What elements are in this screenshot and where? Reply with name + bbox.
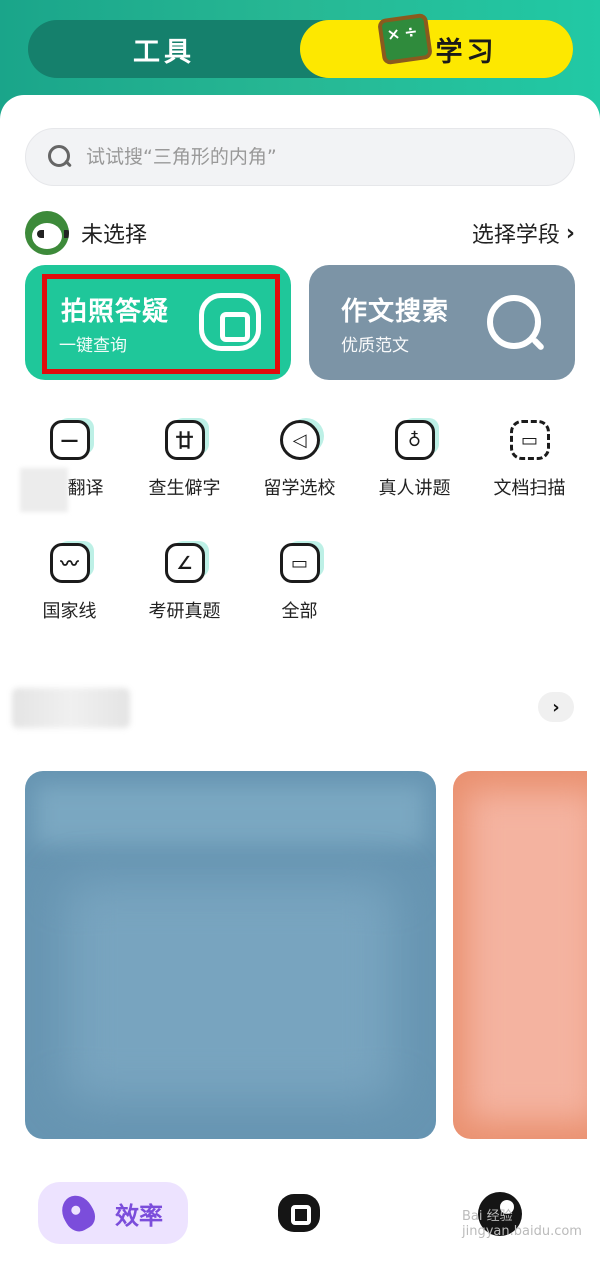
section-title-blurred <box>12 688 130 728</box>
tool-label: 留学选校 <box>263 478 336 499</box>
search-input[interactable] <box>86 146 526 168</box>
person-icon: ♁ <box>394 420 435 460</box>
tool-label: 查生僻字 <box>148 478 221 499</box>
chevron-right-icon: › <box>565 220 575 246</box>
essay-search-card[interactable]: 作文搜索 优质范文 <box>309 265 575 380</box>
blurred-region <box>20 468 68 512</box>
select-grade-label: 选择学段 <box>471 223 560 248</box>
magnifier-icon <box>487 295 541 349</box>
photo-answer-subtitle: 一键查询 <box>59 336 127 356</box>
section-more-button[interactable]: › <box>538 692 574 722</box>
rocket-icon <box>56 1189 100 1237</box>
tool-live-tutor[interactable]: ♁ 真人讲题 <box>357 420 472 543</box>
tool-label: 真人讲题 <box>378 478 451 499</box>
tool-study-abroad[interactable]: ◁ 留学选校 <box>242 420 357 543</box>
tool-all[interactable]: ▭ 全部 <box>242 543 357 666</box>
send-icon: ◁ <box>279 420 320 460</box>
grade-value: 未选择 <box>81 223 148 248</box>
trend-icon: 〰 <box>49 543 90 583</box>
nav-efficiency-label: 效率 <box>115 1201 163 1230</box>
camera-icon <box>199 293 261 351</box>
banner-card-next[interactable] <box>453 771 587 1139</box>
chat-bubble-icon: — <box>49 420 90 460</box>
tool-grid: — 翻译 廿 查生僻字 ◁ 留学选校 ♁ 真人讲题 ▭ 文档扫描 〰 国家线 ∠… <box>12 420 588 666</box>
tool-rare-chars[interactable]: 廿 查生僻字 <box>127 420 242 543</box>
character-icon: 廿 <box>164 420 205 460</box>
mode-switcher: 工具 ×÷ 学习 <box>28 12 573 78</box>
banner-card[interactable] <box>25 771 436 1139</box>
essay-search-title: 作文搜索 <box>341 297 450 327</box>
tool-label: 全部 <box>281 601 318 622</box>
chalkboard-icon: ×÷ <box>377 12 433 66</box>
watermark: Bai 经验 jingyan.baidu.com <box>462 1209 582 1239</box>
tool-label: 考研真题 <box>148 601 221 622</box>
tool-exam-papers[interactable]: ∠ 考研真题 <box>127 543 242 666</box>
tab-tools[interactable]: 工具 <box>28 20 300 78</box>
tab-study-label: 学习 <box>435 36 498 68</box>
grade-status: 未选择 <box>25 211 147 255</box>
photo-answer-title: 拍照答疑 <box>61 297 170 327</box>
tool-doc-scan[interactable]: ▭ 文档扫描 <box>472 420 587 543</box>
tool-label: 文档扫描 <box>493 478 566 499</box>
photo-answer-card[interactable]: 拍照答疑 一键查询 <box>25 265 291 380</box>
tool-label: 国家线 <box>42 601 97 622</box>
essay-search-subtitle: 优质范文 <box>341 336 409 356</box>
scan-icon: ▭ <box>509 420 550 460</box>
select-grade-button[interactable]: 选择学段 › <box>472 217 575 249</box>
tab-study[interactable]: ×÷ 学习 <box>300 12 573 78</box>
tool-national-line[interactable]: 〰 国家线 <box>12 543 127 666</box>
search-icon <box>48 145 72 169</box>
edit-icon: ∠ <box>164 543 205 583</box>
panda-avatar[interactable] <box>25 211 69 255</box>
search-bar[interactable] <box>25 128 575 186</box>
grade-row: 未选择 选择学段 › <box>25 210 575 256</box>
folder-icon: ▭ <box>279 543 320 583</box>
chevron-right-icon: › <box>552 696 560 718</box>
nav-efficiency[interactable]: 效率 <box>38 1182 188 1244</box>
tool-translate[interactable]: — 翻译 <box>12 420 127 543</box>
nav-camera-icon[interactable] <box>278 1194 320 1232</box>
